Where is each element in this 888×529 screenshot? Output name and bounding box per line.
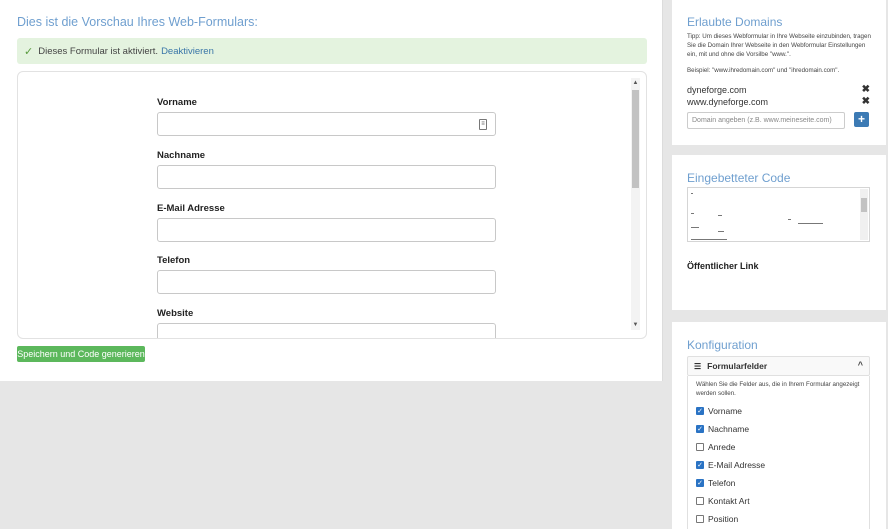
field-option-vorname[interactable]: ✓ Vorname — [696, 406, 742, 416]
configuration-title: Konfiguration — [687, 338, 758, 352]
field-label: Website — [157, 308, 194, 319]
public-link-label: Öffentlicher Link — [687, 261, 759, 271]
preview-scrollbar[interactable]: ▲ ▼ — [631, 78, 640, 330]
autofill-icon: ≡ — [479, 119, 487, 130]
embedded-code-card: Eingebetteter Code Öffentlicher Link — [672, 155, 886, 310]
option-label: Kontakt Art — [708, 496, 750, 506]
field-telefon: Telefon — [157, 255, 497, 294]
configuration-card: Konfiguration ☰ Formularfelder ^ Wählen … — [672, 322, 886, 529]
website-input[interactable] — [157, 323, 496, 338]
field-label: Nachname — [157, 150, 206, 161]
field-option-kontakt-art[interactable]: Kontakt Art — [696, 496, 750, 506]
code-fragment — [798, 223, 823, 224]
code-fragment — [788, 219, 791, 220]
vorname-input[interactable]: ≡ — [157, 112, 496, 136]
domains-tip: Tipp: Um dieses Webformular in Ihre Webs… — [687, 33, 871, 58]
code-scrollbar[interactable] — [860, 189, 868, 240]
checkbox-checked[interactable]: ✓ — [696, 479, 704, 487]
fields-description: Wählen Sie die Felder aus, die in Ihrem … — [696, 381, 860, 397]
code-scroll-thumb[interactable] — [861, 198, 867, 212]
code-fragment — [691, 193, 693, 194]
option-label: Vorname — [708, 406, 743, 416]
checkbox-unchecked[interactable] — [696, 497, 704, 505]
domain-name: www.dyneforge.com — [687, 97, 769, 107]
list-icon: ☰ — [694, 361, 702, 371]
scroll-thumb[interactable] — [632, 90, 639, 188]
check-icon: ✓ — [24, 45, 34, 58]
field-website: Website — [157, 308, 497, 338]
code-fragment — [691, 227, 699, 228]
domain-item: www.dyneforge.com ✖ — [687, 96, 870, 107]
allowed-domains-title: Erlaubte Domains — [687, 15, 783, 29]
checkbox-checked[interactable]: ✓ — [696, 425, 704, 433]
field-email: E-Mail Adresse — [157, 203, 497, 242]
field-label: Telefon — [157, 255, 191, 266]
remove-domain-icon[interactable]: ✖ — [862, 96, 870, 107]
scroll-up-icon[interactable]: ▲ — [631, 78, 640, 88]
checkbox-checked[interactable]: ✓ — [696, 407, 704, 415]
activation-alert: ✓ Dieses Formular ist aktiviert. Deaktiv… — [17, 38, 647, 64]
save-and-generate-button[interactable]: Speichern und Code generieren — [17, 346, 145, 362]
field-nachname: Nachname — [157, 150, 497, 189]
form-fields-accordion-body: Wählen Sie die Felder aus, die in Ihrem … — [687, 376, 870, 529]
embedded-code-textarea[interactable] — [687, 187, 870, 242]
checkbox-checked[interactable]: ✓ — [696, 461, 704, 469]
checkbox-unchecked[interactable] — [696, 515, 704, 523]
option-label: Anrede — [708, 442, 736, 452]
email-input[interactable] — [157, 218, 496, 242]
code-fragment — [718, 231, 724, 232]
option-label: E-Mail Adresse — [708, 460, 766, 470]
remove-domain-icon[interactable]: ✖ — [862, 84, 870, 95]
field-label: E-Mail Adresse — [157, 203, 225, 214]
accordion-label: Formularfelder — [707, 361, 768, 371]
domain-item: dyneforge.com ✖ — [687, 84, 870, 95]
option-label: Telefon — [708, 478, 736, 488]
nachname-input[interactable] — [157, 165, 496, 189]
option-label: Position — [708, 514, 739, 524]
field-option-email[interactable]: ✓ E-Mail Adresse — [696, 460, 765, 470]
deactivate-link[interactable]: Deaktivieren — [161, 46, 214, 57]
field-option-telefon[interactable]: ✓ Telefon — [696, 478, 735, 488]
domain-input[interactable]: Domain angeben (z.B. www.meineseite.com) — [687, 112, 845, 129]
preview-title: Dies ist die Vorschau Ihres Web-Formular… — [17, 15, 258, 29]
field-label: Vorname — [157, 97, 197, 108]
form-fields-accordion-header[interactable]: ☰ Formularfelder ^ — [687, 356, 870, 376]
add-domain-button[interactable]: + — [854, 112, 869, 127]
domain-name: dyneforge.com — [687, 85, 747, 95]
code-fragment — [691, 239, 727, 240]
domains-example: Beispiel: "www.ihredomain.com" und "ihre… — [687, 67, 840, 74]
telefon-input[interactable] — [157, 270, 496, 294]
option-label: Nachname — [708, 424, 750, 434]
code-fragment — [718, 215, 722, 216]
chevron-up-icon[interactable]: ^ — [858, 360, 863, 370]
field-option-anrede[interactable]: Anrede — [696, 442, 735, 452]
allowed-domains-card: Erlaubte Domains Tipp: Um dieses Webform… — [672, 0, 886, 145]
scroll-down-icon[interactable]: ▼ — [631, 320, 640, 330]
form-preview-frame: Vorname ≡ Nachname E-Mail Adresse Telefo… — [17, 71, 647, 339]
form-preview-panel: Dies ist die Vorschau Ihres Web-Formular… — [0, 0, 663, 381]
embedded-code-title: Eingebetteter Code — [687, 171, 791, 185]
code-fragment — [691, 213, 694, 214]
field-option-position[interactable]: Position — [696, 514, 738, 524]
field-option-nachname[interactable]: ✓ Nachname — [696, 424, 749, 434]
field-vorname: Vorname ≡ — [157, 97, 497, 136]
alert-text: Dieses Formular ist aktiviert. — [38, 45, 159, 57]
checkbox-unchecked[interactable] — [696, 443, 704, 451]
